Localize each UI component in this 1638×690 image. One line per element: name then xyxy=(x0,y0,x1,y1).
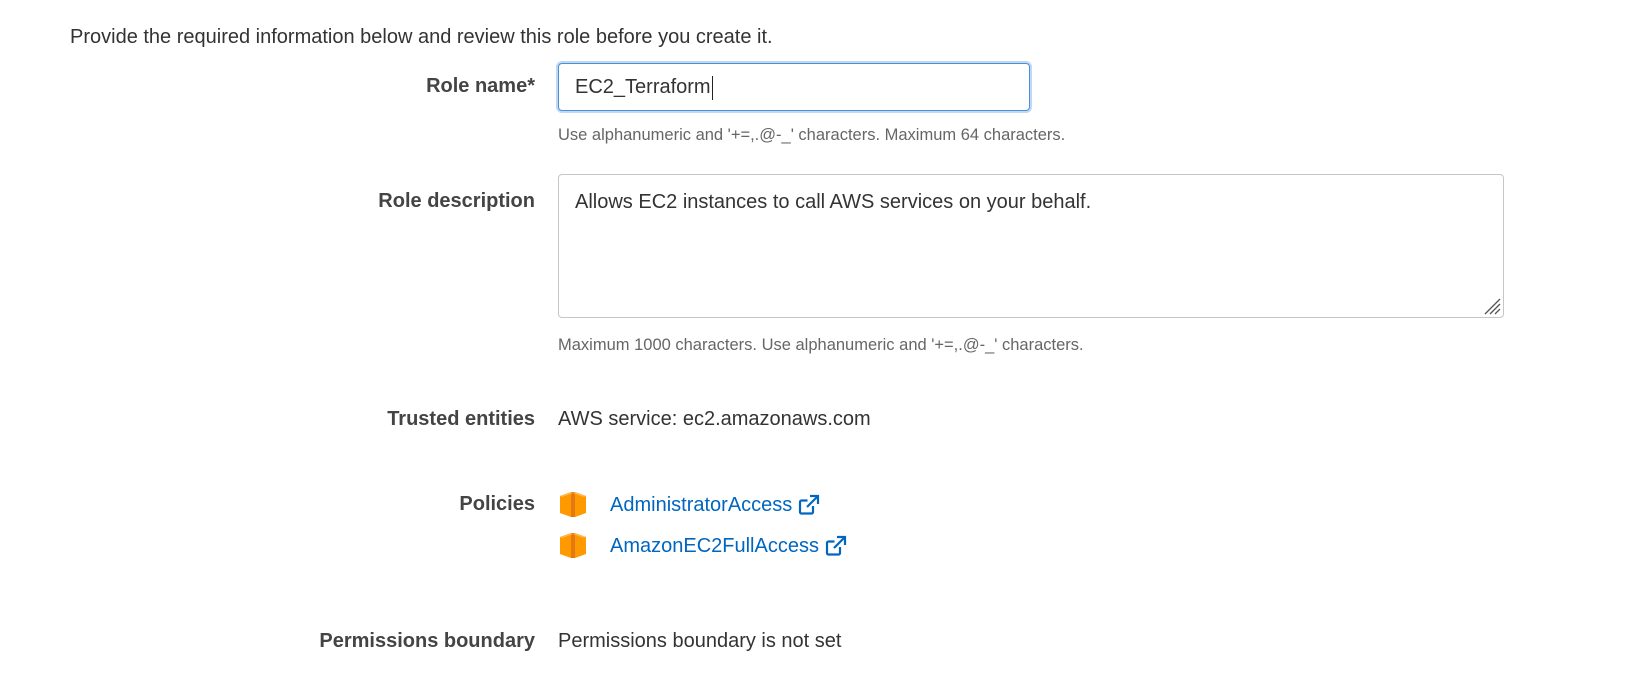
role-name-label: Role name* xyxy=(426,75,535,97)
text-caret xyxy=(711,75,713,100)
role-description-textarea[interactable]: Allows EC2 instances to call AWS service… xyxy=(558,174,1504,318)
role-description-label: Role description xyxy=(378,190,535,212)
policy-link-amazonec2fullaccess[interactable]: AmazonEC2FullAccess xyxy=(610,535,819,558)
policy-link-administratoraccess[interactable]: AdministratorAccess xyxy=(610,494,792,517)
permissions-boundary-value: Permissions boundary is not set xyxy=(558,630,842,652)
policies-label: Policies xyxy=(459,493,535,515)
intro-text: Provide the required information below a… xyxy=(70,26,773,48)
role-name-value: EC2_Terraform xyxy=(575,76,711,98)
role-name-help: Use alphanumeric and '+=,.@-_' character… xyxy=(558,126,1066,144)
external-link-icon[interactable] xyxy=(825,535,847,557)
resize-handle-icon[interactable] xyxy=(1481,295,1501,315)
role-name-input[interactable]: EC2_Terraform xyxy=(558,63,1030,111)
external-link-icon[interactable] xyxy=(798,494,820,516)
trusted-entities-value: AWS service: ec2.amazonaws.com xyxy=(558,408,871,430)
policy-item: AdministratorAccess xyxy=(558,488,820,522)
aws-policy-box-icon xyxy=(560,533,586,558)
trusted-entities-label: Trusted entities xyxy=(387,408,535,430)
role-description-value: Allows EC2 instances to call AWS service… xyxy=(575,191,1092,213)
role-description-help: Maximum 1000 characters. Use alphanumeri… xyxy=(558,336,1084,354)
policy-item: AmazonEC2FullAccess xyxy=(558,529,847,563)
aws-policy-box-icon xyxy=(560,492,586,517)
permissions-boundary-label: Permissions boundary xyxy=(319,630,535,652)
